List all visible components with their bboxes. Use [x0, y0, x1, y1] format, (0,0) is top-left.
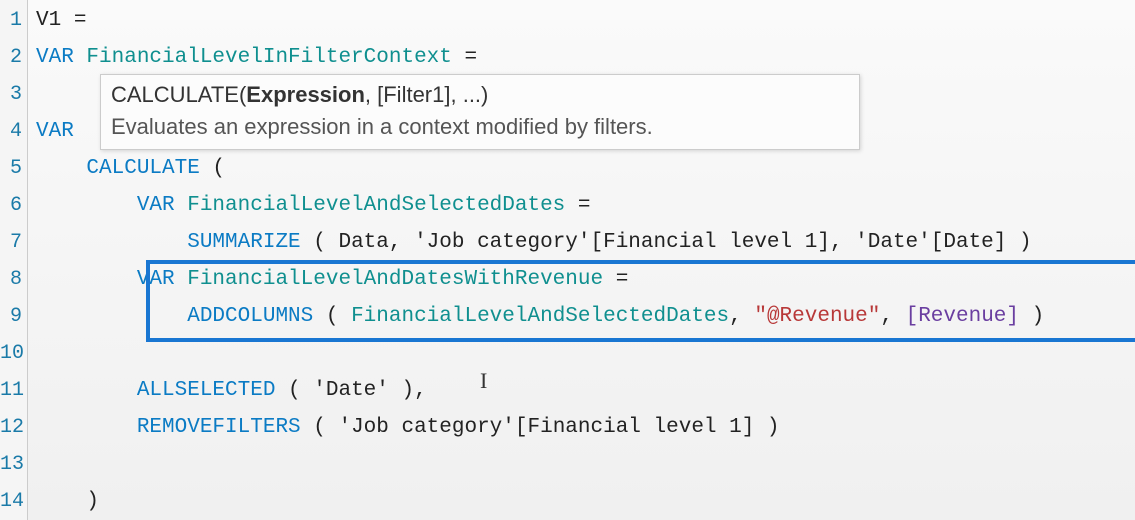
function-summarize: SUMMARIZE	[36, 231, 301, 254]
keyword-var: VAR	[36, 46, 74, 69]
line-number: 12	[0, 409, 22, 446]
token: ,	[880, 305, 905, 328]
token: (	[313, 305, 351, 328]
intellisense-tooltip: CALCULATE(Expression, [Filter1], ...) Ev…	[100, 74, 860, 150]
line-number: 13	[0, 446, 22, 483]
tooltip-sig-suffix: , [Filter1], ...)	[365, 82, 488, 107]
line-number: 14	[0, 483, 22, 520]
token: (	[200, 157, 225, 180]
code-line[interactable]	[36, 446, 1135, 483]
code-line[interactable]: VAR FinancialLevelInFilterContext =	[36, 39, 1135, 76]
string-literal: "@Revenue"	[754, 305, 880, 328]
token: )	[1019, 305, 1044, 328]
identifier: FinancialLevelAndDatesWithRevenue	[175, 268, 616, 291]
token: )	[36, 490, 99, 513]
code-line[interactable]: VAR FinancialLevelAndDatesWithRevenue =	[36, 261, 1135, 298]
line-number: 7	[0, 224, 22, 261]
line-number: 11	[0, 372, 22, 409]
token: ( Data, 'Job category'[Financial level 1…	[301, 231, 1032, 254]
code-line[interactable]: REMOVEFILTERS ( 'Job category'[Financial…	[36, 409, 1135, 446]
function-addcolumns: ADDCOLUMNS	[36, 305, 313, 328]
keyword-var: VAR	[36, 120, 74, 143]
keyword-var: VAR	[36, 268, 175, 291]
tooltip-description: Evaluates an expression in a context mod…	[111, 111, 849, 143]
code-editor[interactable]: 1 2 3 4 5 6 7 8 9 10 11 12 13 14 V1 = VA…	[0, 0, 1135, 520]
line-number: 4	[0, 113, 22, 150]
keyword-var: VAR	[36, 194, 175, 217]
code-line[interactable]: V1 =	[36, 2, 1135, 39]
code-line[interactable]: ALLSELECTED ( 'Date' ),	[36, 372, 1135, 409]
code-line[interactable]: )	[36, 483, 1135, 520]
identifier: FinancialLevelInFilterContext	[74, 46, 465, 69]
measure-ref: [Revenue]	[906, 305, 1019, 328]
identifier: FinancialLevelAndSelectedDates	[351, 305, 729, 328]
function-allselected: ALLSELECTED	[36, 379, 275, 402]
line-number: 8	[0, 261, 22, 298]
code-line[interactable]: ADDCOLUMNS ( FinancialLevelAndSelectedDa…	[36, 298, 1135, 335]
line-number: 1	[0, 2, 22, 39]
function-calculate: CALCULATE	[36, 157, 200, 180]
line-number: 10	[0, 335, 22, 372]
code-area[interactable]: V1 = VAR FinancialLevelInFilterContext =…	[28, 0, 1135, 520]
token: V1	[36, 9, 74, 32]
code-line[interactable]: SUMMARIZE ( Data, 'Job category'[Financi…	[36, 224, 1135, 261]
line-number: 6	[0, 187, 22, 224]
line-number: 5	[0, 150, 22, 187]
line-number: 3	[0, 76, 22, 113]
token: =	[616, 268, 629, 291]
code-line[interactable]	[36, 335, 1135, 372]
code-line[interactable]: VAR FinancialLevelAndSelectedDates =	[36, 187, 1135, 224]
tooltip-sig-prefix: CALCULATE(	[111, 82, 246, 107]
token: ,	[729, 305, 754, 328]
code-line[interactable]: CALCULATE (	[36, 150, 1135, 187]
text-cursor-icon: I	[480, 368, 494, 390]
function-removefilters: REMOVEFILTERS	[36, 416, 301, 439]
token: =	[464, 46, 477, 69]
identifier: FinancialLevelAndSelectedDates	[175, 194, 578, 217]
token: ( 'Date' ),	[275, 379, 426, 402]
token: =	[74, 9, 87, 32]
line-number: 2	[0, 39, 22, 76]
line-number: 9	[0, 298, 22, 335]
token: =	[578, 194, 591, 217]
line-number-gutter: 1 2 3 4 5 6 7 8 9 10 11 12 13 14	[0, 0, 28, 520]
tooltip-sig-active-param: Expression	[246, 82, 365, 107]
token: ( 'Job category'[Financial level 1] )	[301, 416, 780, 439]
tooltip-signature: CALCULATE(Expression, [Filter1], ...)	[111, 79, 849, 111]
